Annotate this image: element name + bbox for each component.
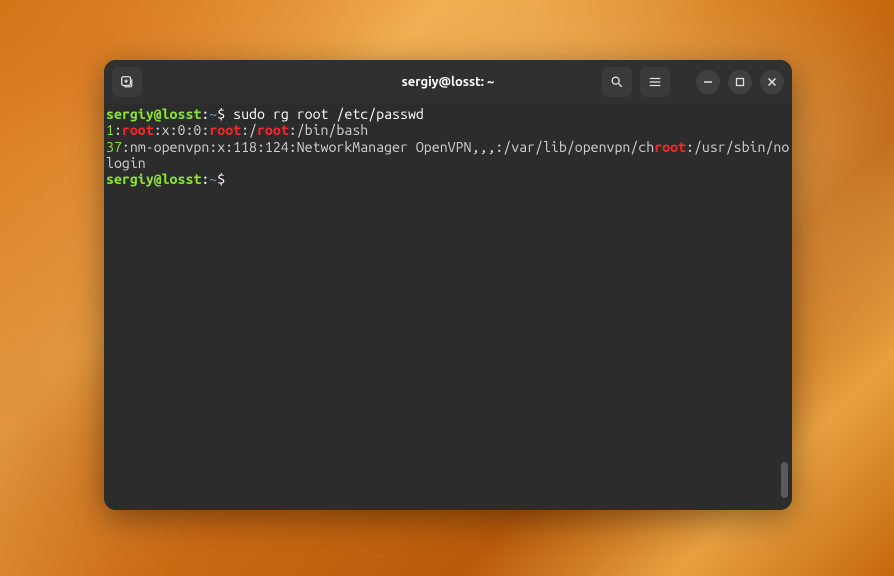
- output-text: :nm-openvpn:x:118:124:NetworkManager Ope…: [122, 139, 654, 155]
- new-tab-button[interactable]: [112, 67, 142, 97]
- titlebar-left: [112, 67, 142, 97]
- output-text: :: [114, 122, 122, 138]
- output-highlight: root: [654, 139, 686, 155]
- output-highlight: root: [209, 122, 241, 138]
- command-text: sudo rg root /etc/passwd: [233, 106, 424, 122]
- hamburger-menu-icon: [648, 75, 662, 89]
- output-lineno: 37: [106, 139, 122, 155]
- maximize-icon: [735, 77, 745, 87]
- close-button[interactable]: [760, 70, 784, 94]
- window-title: sergiy@losst: ~: [402, 75, 495, 89]
- close-icon: [767, 77, 777, 87]
- terminal-window: sergiy@losst: ~: [104, 60, 792, 510]
- minimize-button[interactable]: [696, 70, 720, 94]
- scrollbar-thumb[interactable]: [781, 462, 788, 498]
- command-text: [225, 106, 233, 122]
- new-tab-icon: [120, 75, 134, 89]
- titlebar-right: [602, 67, 784, 97]
- output-highlight: root: [257, 122, 289, 138]
- prompt-symbol: $: [217, 106, 225, 122]
- output-text: :/: [241, 122, 257, 138]
- terminal-body[interactable]: sergiy@losst:~$ sudo rg root /etc/passwd…: [104, 104, 792, 510]
- prompt-user-host: sergiy@losst: [106, 106, 201, 122]
- output-text: :/bin/bash: [289, 122, 368, 138]
- maximize-button[interactable]: [728, 70, 752, 94]
- hamburger-menu-button[interactable]: [640, 67, 670, 97]
- minimize-icon: [703, 77, 713, 87]
- prompt-user-host: sergiy@losst: [106, 171, 201, 187]
- cursor-area[interactable]: [225, 171, 233, 187]
- search-icon: [610, 75, 624, 89]
- output-text: :x:0:0:: [154, 122, 210, 138]
- titlebar[interactable]: sergiy@losst: ~: [104, 60, 792, 104]
- output-highlight: root: [122, 122, 154, 138]
- prompt-symbol: $: [217, 171, 225, 187]
- search-button[interactable]: [602, 67, 632, 97]
- output-lineno: 1: [106, 122, 114, 138]
